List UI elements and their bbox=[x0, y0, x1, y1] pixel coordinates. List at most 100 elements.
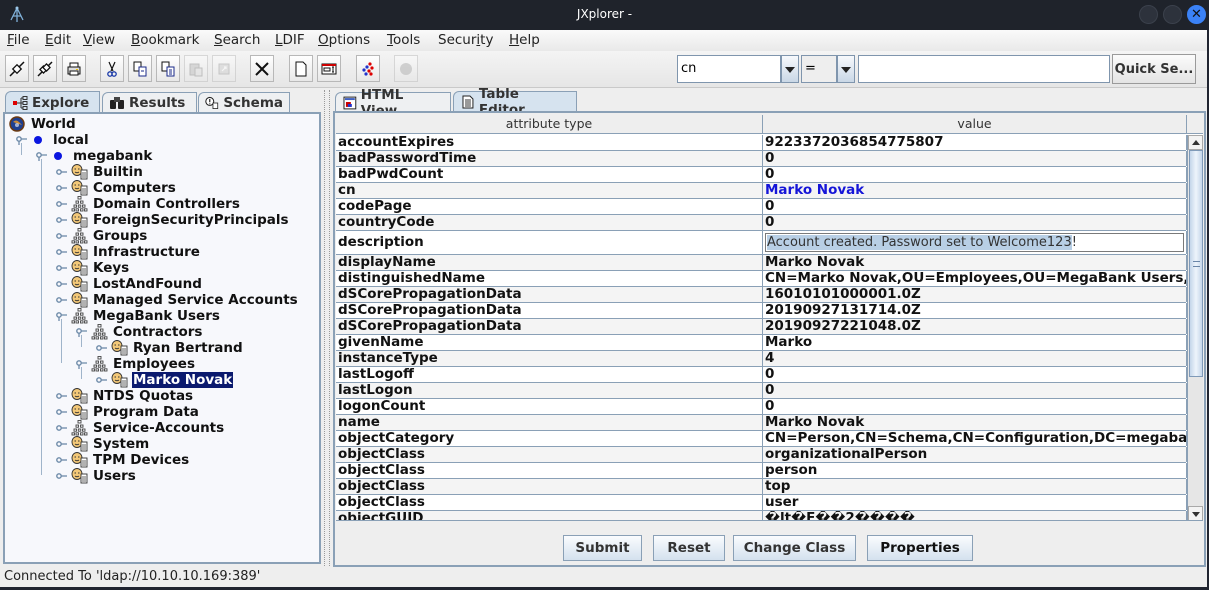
connect-button[interactable] bbox=[5, 55, 29, 82]
menu-edit[interactable]: Edit bbox=[45, 32, 71, 48]
tree-expand-handle[interactable] bbox=[55, 167, 69, 177]
attribute-value-cell[interactable]: top bbox=[763, 479, 1187, 494]
attribute-value-cell[interactable]: 0 bbox=[763, 367, 1187, 382]
change-class-button[interactable]: Change Class bbox=[733, 535, 856, 561]
attribute-value-cell[interactable]: CN=Marko Novak,OU=Employees,OU=MegaBank … bbox=[763, 271, 1187, 286]
tree-expand-handle[interactable] bbox=[55, 231, 69, 241]
table-row[interactable]: dSCorePropagationData 16010101000001.0Z bbox=[336, 287, 1187, 303]
reset-button[interactable]: Reset bbox=[653, 535, 725, 561]
attribute-type-cell[interactable]: givenName bbox=[336, 335, 763, 350]
tree-expand-handle[interactable] bbox=[55, 295, 69, 305]
attribute-type-cell[interactable]: countryCode bbox=[336, 215, 763, 230]
tree-node[interactable]: System bbox=[71, 436, 150, 452]
quick-search-input[interactable] bbox=[858, 55, 1110, 83]
attribute-type-cell[interactable]: description bbox=[336, 231, 763, 254]
table-row[interactable]: displayName Marko Novak bbox=[336, 255, 1187, 271]
table-row[interactable]: name Marko Novak bbox=[336, 415, 1187, 431]
print-button[interactable] bbox=[62, 55, 86, 82]
attribute-value-cell[interactable]: 0 bbox=[763, 167, 1187, 182]
paste-button[interactable] bbox=[184, 55, 208, 82]
attribute-value-cell[interactable]: Marko Novak bbox=[763, 415, 1187, 430]
attribute-value-cell[interactable]: Marko Novak bbox=[763, 183, 1187, 198]
attribute-type-cell[interactable]: cn bbox=[336, 183, 763, 198]
table-row[interactable]: description Account created. Password set… bbox=[336, 231, 1187, 255]
tree-node[interactable]: local bbox=[31, 132, 90, 148]
tree-node[interactable]: Builtin bbox=[71, 164, 144, 180]
tree-collapse-handle[interactable] bbox=[15, 135, 29, 145]
attribute-type-cell[interactable]: objectClass bbox=[336, 463, 763, 478]
attribute-type-cell[interactable]: instanceType bbox=[336, 351, 763, 366]
tree-collapse-handle[interactable] bbox=[55, 311, 69, 321]
tree-node[interactable]: Ryan Bertrand bbox=[111, 340, 244, 356]
attribute-value-cell[interactable]: Marko bbox=[763, 335, 1187, 350]
attribute-type-cell[interactable]: dSCorePropagationData bbox=[336, 287, 763, 302]
tree-node[interactable]: Infrastructure bbox=[71, 244, 201, 260]
table-row[interactable]: lastLogoff 0 bbox=[336, 367, 1187, 383]
tab-table-editor[interactable]: Table Editor bbox=[453, 86, 577, 118]
tree-node[interactable]: Computers bbox=[71, 180, 177, 196]
attribute-type-cell[interactable]: dSCorePropagationData bbox=[336, 303, 763, 318]
table-scrollbar[interactable] bbox=[1187, 135, 1203, 520]
table-row[interactable]: dSCorePropagationData 20190927131714.0Z bbox=[336, 303, 1187, 319]
attribute-value-cell[interactable]: 20190927131714.0Z bbox=[763, 303, 1187, 318]
attribute-type-cell[interactable]: dSCorePropagationData bbox=[336, 319, 763, 334]
table-row[interactable]: lastLogon 0 bbox=[336, 383, 1187, 399]
menu-bookmark[interactable]: Bookmark bbox=[131, 32, 199, 48]
tree-node[interactable]: Contractors bbox=[91, 324, 203, 340]
copy-button[interactable] bbox=[128, 55, 152, 82]
table-row[interactable]: givenName Marko bbox=[336, 335, 1187, 351]
tree-expand-handle[interactable] bbox=[55, 407, 69, 417]
tab-schema[interactable]: Schema bbox=[198, 92, 290, 112]
tree-node[interactable]: Marko Novak bbox=[111, 372, 234, 388]
tree-node[interactable]: Employees bbox=[91, 356, 196, 372]
attribute-type-cell[interactable]: accountExpires bbox=[336, 135, 763, 150]
tree-expand-handle[interactable] bbox=[55, 183, 69, 193]
tree-node[interactable]: Program Data bbox=[71, 404, 200, 420]
attribute-type-cell[interactable]: objectCategory bbox=[336, 431, 763, 446]
disconnect-button[interactable] bbox=[33, 55, 57, 82]
tree-node[interactable]: LostAndFound bbox=[71, 276, 203, 292]
panel-splitter[interactable] bbox=[324, 90, 330, 566]
tree-expand-handle[interactable] bbox=[55, 247, 69, 257]
menu-options[interactable]: Options bbox=[318, 32, 370, 48]
tree-expand-handle[interactable] bbox=[55, 455, 69, 465]
tree-node[interactable]: World bbox=[9, 116, 77, 132]
attribute-value-cell[interactable]: 0 bbox=[763, 151, 1187, 166]
properties-button[interactable]: Properties bbox=[867, 535, 973, 561]
attribute-type-cell[interactable]: badPwdCount bbox=[336, 167, 763, 182]
minimize-button[interactable] bbox=[1139, 5, 1158, 24]
column-header-attribute-type[interactable]: attribute type bbox=[336, 115, 763, 134]
table-row[interactable]: distinguishedName CN=Marko Novak,OU=Emplo… bbox=[336, 271, 1187, 287]
tree-node[interactable]: MegaBank Users bbox=[71, 308, 221, 324]
attribute-type-cell[interactable]: objectClass bbox=[336, 495, 763, 510]
table-row[interactable]: instanceType 4 bbox=[336, 351, 1187, 367]
tree-expand-handle[interactable] bbox=[95, 375, 109, 385]
attribute-value-cell[interactable]: 16010101000001.0Z bbox=[763, 287, 1187, 302]
tree-node[interactable]: Domain Controllers bbox=[71, 196, 241, 212]
tree-node[interactable]: NTDS Quotas bbox=[71, 388, 194, 404]
attribute-value-cell[interactable]: organizationalPerson bbox=[763, 447, 1187, 462]
attribute-value-cell[interactable]: 20190927221048.0Z bbox=[763, 319, 1187, 334]
tree-collapse-handle[interactable] bbox=[75, 327, 89, 337]
table-row[interactable]: accountExpires 9223372036854775807 bbox=[336, 135, 1187, 151]
attribute-type-cell[interactable]: codePage bbox=[336, 199, 763, 214]
table-row[interactable]: objectClass user bbox=[336, 495, 1187, 511]
attribute-type-cell[interactable]: lastLogon bbox=[336, 383, 763, 398]
tree-expand-handle[interactable] bbox=[55, 423, 69, 433]
refresh-button[interactable] bbox=[356, 55, 380, 82]
maximize-button[interactable] bbox=[1163, 5, 1182, 24]
attribute-type-cell[interactable]: distinguishedName bbox=[336, 271, 763, 286]
attribute-value-cell[interactable]: person bbox=[763, 463, 1187, 478]
attribute-type-cell[interactable]: logonCount bbox=[336, 399, 763, 414]
close-button[interactable]: ✕ bbox=[1187, 5, 1206, 24]
cut-button[interactable] bbox=[100, 55, 124, 82]
menu-tools[interactable]: Tools bbox=[387, 32, 420, 48]
rename-button[interactable] bbox=[317, 55, 341, 82]
tab-html-view[interactable]: HTML View bbox=[335, 87, 451, 119]
copy-dn-button[interactable] bbox=[156, 55, 180, 82]
attribute-type-cell[interactable]: name bbox=[336, 415, 763, 430]
table-row[interactable]: objectClass top bbox=[336, 479, 1187, 495]
tree-expand-handle[interactable] bbox=[55, 215, 69, 225]
attribute-value-cell[interactable]: Marko Novak bbox=[763, 255, 1187, 270]
tree-node[interactable]: Users bbox=[71, 468, 137, 484]
